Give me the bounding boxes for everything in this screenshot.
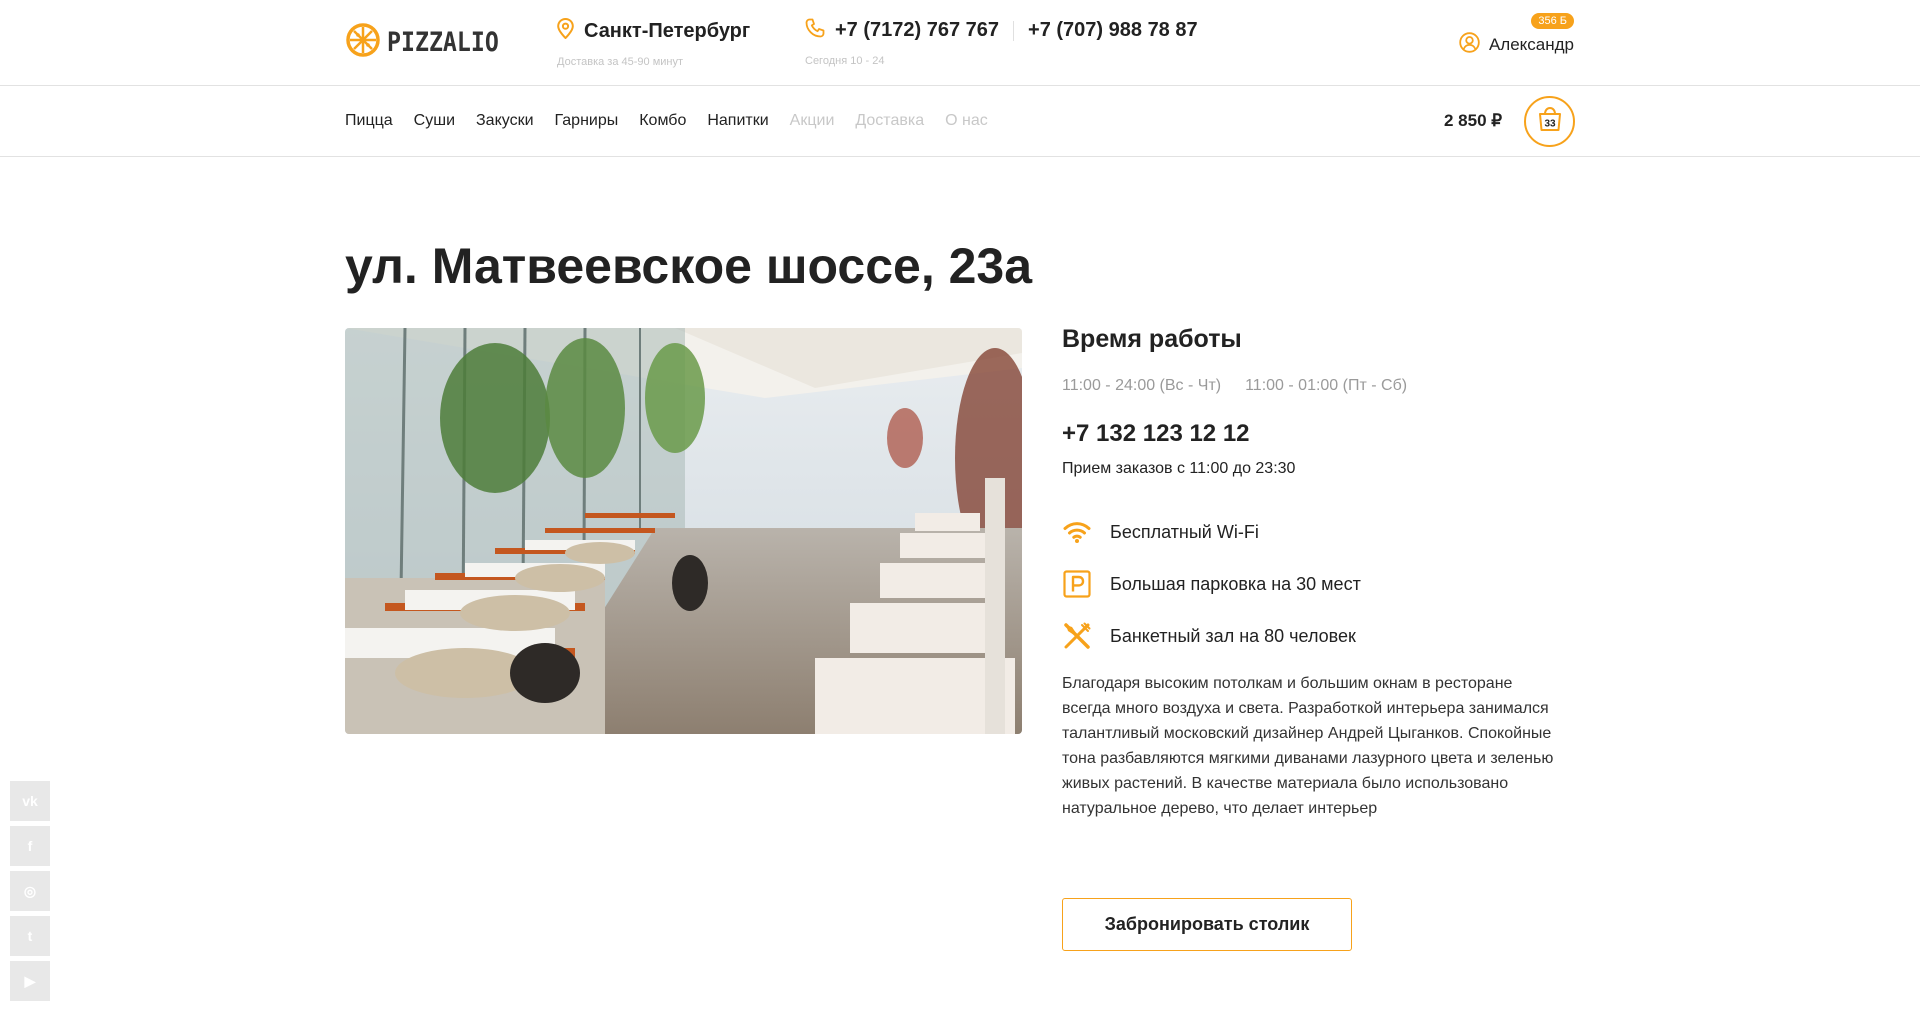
phone-link-1[interactable]: +7 (7172) 767 767 bbox=[835, 19, 999, 42]
nav-item-pizza[interactable]: Пицца bbox=[345, 112, 393, 130]
feature-item: Бесплатный Wi-Fi bbox=[1062, 517, 1562, 547]
header-top: PIZZALIO Санкт-Петербург Доставка за 45-… bbox=[0, 0, 1920, 86]
nav-item-drinks[interactable]: Напитки bbox=[707, 112, 768, 130]
hours-title: Время работы bbox=[1062, 325, 1242, 353]
social-links: vk f ◎ t ▶ bbox=[10, 781, 50, 1006]
feature-item: Большая парковка на 30 мест bbox=[1062, 569, 1562, 599]
nav-item-delivery[interactable]: Доставка bbox=[855, 112, 924, 130]
bonus-badge: 356 Б bbox=[1531, 13, 1574, 29]
city-name[interactable]: Санкт-Петербург bbox=[584, 20, 750, 43]
feature-item: Банкетный зал на 80 человек bbox=[1062, 621, 1562, 651]
book-table-button[interactable]: Забронировать столик bbox=[1062, 898, 1352, 951]
page-title: ул. Матвеевское шоссе, 23а bbox=[345, 238, 1033, 294]
location-pin-icon bbox=[557, 17, 574, 44]
fork-knife-icon bbox=[1062, 621, 1092, 651]
wifi-icon bbox=[1062, 517, 1092, 547]
feature-label: Большая парковка на 30 мест bbox=[1110, 573, 1361, 594]
user-icon bbox=[1459, 32, 1480, 58]
logo[interactable]: PIZZALIO bbox=[345, 22, 517, 62]
nav-item-promotions[interactable]: Акции bbox=[790, 112, 835, 130]
order-time: Прием заказов с 11:00 до 23:30 bbox=[1062, 460, 1296, 477]
hours-note: Сегодня 10 - 24 bbox=[805, 55, 885, 67]
features-list: Бесплатный Wi-Fi Большая парковка на 30 … bbox=[1062, 517, 1562, 651]
shopping-basket-icon: 33 bbox=[1536, 105, 1564, 138]
twitter-icon[interactable]: t bbox=[10, 916, 50, 956]
user-name[interactable]: Александр bbox=[1489, 35, 1574, 55]
phone-divider bbox=[1013, 20, 1015, 41]
delivery-note: Доставка за 45-90 минут bbox=[557, 56, 684, 68]
facebook-icon[interactable]: f bbox=[10, 826, 50, 866]
vk-icon[interactable]: vk bbox=[10, 781, 50, 821]
parking-icon bbox=[1062, 569, 1092, 599]
city-selector[interactable]: Санкт-Петербург Доставка за 45-90 минут bbox=[557, 17, 750, 68]
hours-weekend: 11:00 - 01:00 (Пт - Сб) bbox=[1245, 377, 1408, 394]
restaurant-description: Благодаря высоким потолкам и большим окн… bbox=[1062, 675, 1554, 817]
hours-weekdays: 11:00 - 24:00 (Вс - Чт) bbox=[1062, 377, 1222, 394]
nav-item-sides[interactable]: Гарниры bbox=[555, 112, 619, 130]
feature-label: Банкетный зал на 80 человек bbox=[1110, 625, 1356, 646]
nav-item-sushi[interactable]: Суши bbox=[414, 112, 455, 130]
hours-row: 11:00 - 24:00 (Вс - Чт) 11:00 - 01:00 (П… bbox=[1062, 377, 1562, 395]
cart-total: 2 850 ₽ bbox=[1444, 111, 1503, 130]
youtube-icon[interactable]: ▶ bbox=[10, 961, 50, 1001]
cart-count: 33 bbox=[1544, 119, 1556, 130]
nav-item-about[interactable]: О нас bbox=[945, 112, 988, 130]
cart-button[interactable]: 33 bbox=[1524, 96, 1575, 147]
user-menu[interactable]: 356 Б Александр bbox=[1459, 13, 1574, 58]
main-nav: Пицца Суши Закуски Гарниры Комбо Напитки… bbox=[0, 86, 1920, 157]
instagram-icon[interactable]: ◎ bbox=[10, 871, 50, 911]
restaurant-info: Время работы 11:00 - 24:00 (Вс - Чт) 11:… bbox=[1062, 325, 1562, 821]
phone-link-2[interactable]: +7 (707) 988 78 87 bbox=[1028, 19, 1198, 42]
feature-label: Бесплатный Wi-Fi bbox=[1110, 521, 1259, 542]
restaurant-phone[interactable]: +7 132 123 12 12 bbox=[1062, 420, 1562, 448]
nav-item-combo[interactable]: Комбо bbox=[639, 112, 686, 130]
pizza-logo-icon bbox=[345, 22, 381, 63]
restaurant-photo bbox=[345, 328, 1022, 734]
logo-text: PIZZALIO bbox=[387, 26, 499, 58]
nav-item-snacks[interactable]: Закуски bbox=[476, 112, 534, 130]
header-phones: +7 (7172) 767 767 +7 (707) 988 78 87 Сег… bbox=[805, 18, 1198, 67]
phone-icon bbox=[805, 18, 825, 43]
nav-items: Пицца Суши Закуски Гарниры Комбо Напитки… bbox=[345, 112, 1009, 130]
